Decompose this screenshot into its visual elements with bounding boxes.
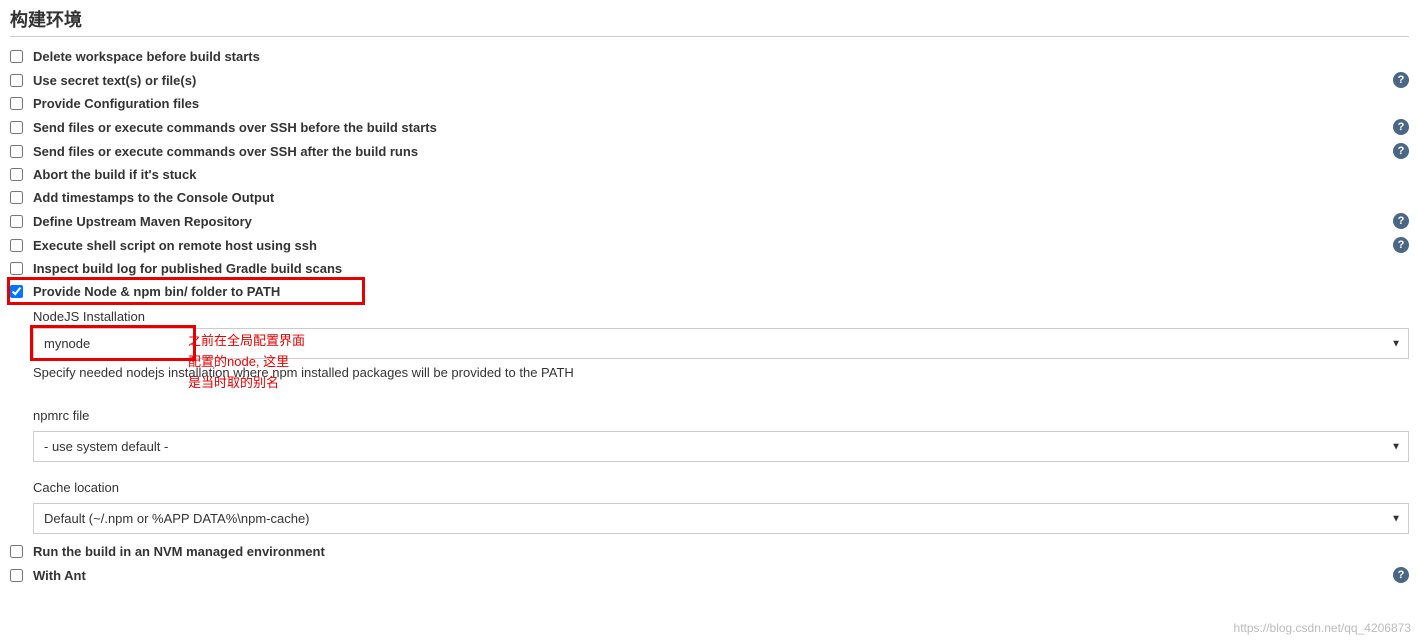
- help-icon[interactable]: ?: [1393, 72, 1409, 88]
- label-execute-shell-ssh: Execute shell script on remote host usin…: [33, 238, 317, 253]
- watermark-text: https://blog.csdn.net/qq_4206873: [1234, 621, 1411, 635]
- option-run-nvm: Run the build in an NVM managed environm…: [10, 540, 1409, 563]
- checkbox-ssh-before[interactable]: [10, 121, 23, 134]
- cache-location-select[interactable]: Default (~/.npm or %APP DATA%\npm-cache): [33, 503, 1409, 534]
- help-icon[interactable]: ?: [1393, 213, 1409, 229]
- checkbox-execute-shell-ssh[interactable]: [10, 239, 23, 252]
- nodejs-sub-block: NodeJS Installation mynode ▼ Specify nee…: [10, 309, 1409, 534]
- label-ssh-after: Send files or execute commands over SSH …: [33, 144, 418, 159]
- option-ssh-after: Send files or execute commands over SSH …: [10, 139, 1409, 163]
- checkbox-run-nvm[interactable]: [10, 545, 23, 558]
- label-abort-stuck: Abort the build if it's stuck: [33, 167, 196, 182]
- label-define-upstream: Define Upstream Maven Repository: [33, 214, 252, 229]
- option-inspect-gradle: Inspect build log for published Gradle b…: [10, 257, 1409, 280]
- label-inspect-gradle: Inspect build log for published Gradle b…: [33, 261, 342, 276]
- checkbox-add-timestamps[interactable]: [10, 191, 23, 204]
- option-with-ant: With Ant ?: [10, 563, 1409, 587]
- option-provide-config: Provide Configuration files: [10, 92, 1409, 115]
- npmrc-label: npmrc file: [33, 408, 1409, 423]
- section-title: 构建环境: [10, 6, 1409, 37]
- label-delete-workspace: Delete workspace before build starts: [33, 49, 260, 64]
- label-provide-config: Provide Configuration files: [33, 96, 199, 111]
- help-icon[interactable]: ?: [1393, 143, 1409, 159]
- help-icon[interactable]: ?: [1393, 567, 1409, 583]
- label-run-nvm: Run the build in an NVM managed environm…: [33, 544, 325, 559]
- option-ssh-before: Send files or execute commands over SSH …: [10, 115, 1409, 139]
- npmrc-select[interactable]: - use system default -: [33, 431, 1409, 462]
- checkbox-inspect-gradle[interactable]: [10, 262, 23, 275]
- option-provide-node: Provide Node & npm bin/ folder to PATH: [10, 280, 1409, 303]
- option-execute-shell-ssh: Execute shell script on remote host usin…: [10, 233, 1409, 257]
- checkbox-ssh-after[interactable]: [10, 145, 23, 158]
- checkbox-with-ant[interactable]: [10, 569, 23, 582]
- option-delete-workspace: Delete workspace before build starts: [10, 45, 1409, 68]
- option-abort-stuck: Abort the build if it's stuck: [10, 163, 1409, 186]
- checkbox-provide-config[interactable]: [10, 97, 23, 110]
- label-ssh-before: Send files or execute commands over SSH …: [33, 120, 437, 135]
- nodejs-installation-hint: Specify needed nodejs installation where…: [33, 365, 1409, 380]
- checkbox-define-upstream[interactable]: [10, 215, 23, 228]
- checkbox-use-secret[interactable]: [10, 74, 23, 87]
- label-use-secret: Use secret text(s) or file(s): [33, 73, 196, 88]
- option-define-upstream: Define Upstream Maven Repository ?: [10, 209, 1409, 233]
- help-icon[interactable]: ?: [1393, 237, 1409, 253]
- label-provide-node: Provide Node & npm bin/ folder to PATH: [33, 284, 280, 299]
- checkbox-abort-stuck[interactable]: [10, 168, 23, 181]
- help-icon[interactable]: ?: [1393, 119, 1409, 135]
- label-add-timestamps: Add timestamps to the Console Output: [33, 190, 274, 205]
- option-add-timestamps: Add timestamps to the Console Output: [10, 186, 1409, 209]
- option-use-secret: Use secret text(s) or file(s) ?: [10, 68, 1409, 92]
- label-with-ant: With Ant: [33, 568, 86, 583]
- checkbox-provide-node[interactable]: [10, 285, 23, 298]
- nodejs-installation-select[interactable]: mynode: [33, 328, 1409, 359]
- cache-location-label: Cache location: [33, 480, 1409, 495]
- checkbox-delete-workspace[interactable]: [10, 50, 23, 63]
- nodejs-installation-label: NodeJS Installation: [33, 309, 1409, 324]
